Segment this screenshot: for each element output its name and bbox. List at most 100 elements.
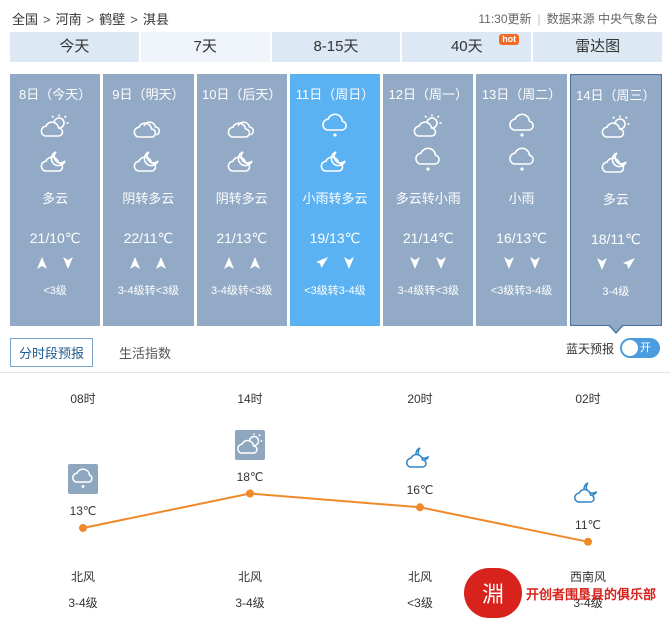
day-weather: 多云 [602,192,629,207]
day-date: 8日（今天） [19,87,92,102]
day-date: 13日（周二） [481,87,562,102]
wind-arrow-down-icon [343,256,355,276]
toggle-knob [622,340,638,356]
hot-badge: hot [499,34,520,45]
blue-sky-toggle[interactable]: 开 [620,338,660,358]
wind-arrow-up-right-icon [622,257,636,277]
tab-hourly-forecast[interactable]: 分时段预报 [10,338,94,367]
breadcrumb-item-county: 淇县 [142,12,169,27]
day-wind-level: <3级转3-4级 [490,285,553,297]
day-card[interactable]: 12日（周一） 多云转小雨 21/14℃ 3-4级转<3级 [383,74,474,326]
partly-cloudy-icon [235,429,265,460]
wind-direction [10,256,100,276]
cloudy-night-icon [10,144,100,178]
day-weather: 小雨转多云 [302,191,368,206]
temperature-point [79,524,87,532]
temperature-point [584,537,592,546]
day-weather: 阴转多云 [122,191,175,206]
light-rain-icon [476,144,566,178]
wind-direction [197,256,287,276]
hour-temperature: 18℃ [236,469,264,484]
day-wind-level: 3-4级转<3级 [210,285,273,297]
watermark: 淵 开创者围垦县的俱乐部 [464,568,656,618]
day-weather: 多云 [42,191,69,206]
wind-arrow-up-icon [36,256,48,276]
hour-wind-direction: 北风 [407,570,432,584]
divider [0,372,670,373]
day-temperature: 22/11℃ [123,230,174,246]
hour-time: 02时 [575,392,601,406]
day-temperature: 19/13℃ [309,230,361,246]
breadcrumb-item-city[interactable]: 鹤壁 [99,12,125,27]
wind-arrow-up-icon [249,256,261,276]
tab-life-index[interactable]: 生活指数 [111,339,179,366]
day-card[interactable]: 14日（周三） 多云 18/11℃ 3-4级 [569,74,662,334]
wind-direction [476,256,566,276]
blue-sky-forecast: 蓝天预报 开 [566,338,660,358]
breadcrumb-separator: > [43,12,51,27]
blue-sky-label: 蓝天预报 [565,341,614,356]
partly-cloudy-icon [383,110,473,144]
day-weather: 小雨 [508,191,535,206]
day-date: 11日（周日） [295,87,375,102]
day-wind-level: 3-4级转<3级 [117,285,180,297]
hour-wind-direction: 北风 [237,570,262,584]
hour-time: 08时 [70,392,96,406]
cloudy-night-icon [103,144,193,178]
day-temperature: 21/13℃ [216,230,268,246]
seven-day-forecast: 8日（今天） 多云 21/10℃ <3级 9日（明天） 阴转多云 22/11℃ 3-4级转<3… [10,74,662,334]
breadcrumb-item-province[interactable]: 河南 [56,12,82,27]
tab-today[interactable]: 今天 [10,32,139,62]
day-date: 10日（后天） [201,87,282,102]
day-card[interactable]: 13日（周二） 小雨 16/13℃ <3级转3-4级 [476,74,567,326]
tab-radar[interactable]: 雷达图 [533,32,662,62]
light-rain-icon [383,144,473,178]
cloudy-night-icon [197,144,287,178]
overcast-icon [197,110,287,144]
forecast-tabs: 今天 7天 8-15天 40天 hot 雷达图 [10,32,662,62]
update-meta: 11:30更新 | 数据来源 中央气象台 [478,10,658,27]
hour-temperature: 13℃ [69,504,97,518]
temperature-point [416,503,424,512]
watermark-text: 开创者围垦县的俱乐部 [526,586,657,602]
tab-8-15days[interactable]: 8-15天 [271,32,401,62]
selected-pointer [607,324,624,334]
breadcrumb-item-national[interactable]: 全国 [12,12,38,27]
wind-arrow-up-right-icon [315,256,329,276]
light-rain-icon [476,110,566,144]
tab-40days-label: 40天 [450,38,483,55]
hour-time: 14时 [237,392,263,406]
wind-direction [383,256,473,276]
tab-40days[interactable]: 40天 hot [402,32,532,62]
cloudy-night-icon [290,144,380,178]
breadcrumb: 全国 > 河南 > 鹤壁 > 淇县 [12,9,169,28]
day-card[interactable]: 8日（今天） 多云 21/10℃ <3级 [10,74,101,326]
day-weather: 多云转小雨 [395,191,461,206]
overcast-icon [103,110,193,144]
watermark-seal: 淵 [464,568,522,618]
wind-arrow-up-icon [223,256,235,276]
breadcrumb-separator: > [86,12,95,27]
wind-direction [290,256,380,276]
day-wind-level: 3-4级转<3级 [397,285,459,297]
day-card[interactable]: 11日（周日） 小雨转多云 19/13℃ <3级转3-4级 [289,74,381,326]
day-temperature: 18/11℃ [590,231,641,247]
tab-7days[interactable]: 7天 [140,32,270,62]
partly-cloudy-icon [571,111,661,145]
wind-arrow-down-icon [409,256,421,276]
day-date: 9日（明天） [112,87,185,102]
wind-arrow-down-icon [596,257,608,277]
toggle-label: 开 [640,342,651,354]
day-weather: 阴转多云 [215,191,268,206]
day-temperature: 21/10℃ [29,230,81,246]
wind-direction [103,256,193,276]
day-temperature: 21/14℃ [402,230,454,246]
wind-arrow-up-icon [155,256,167,276]
day-card[interactable]: 10日（后天） 阴转多云 21/13℃ 3-4级转<3级 [196,74,287,326]
day-temperature: 16/13℃ [496,230,547,246]
hour-temperature: 16℃ [406,483,434,498]
sub-tabs: 分时段预报 生活指数 [10,338,179,367]
day-card[interactable]: 9日（明天） 阴转多云 22/11℃ 3-4级转<3级 [103,74,194,326]
wind-arrow-down-icon [503,256,515,276]
wind-arrow-down-icon [62,256,74,276]
